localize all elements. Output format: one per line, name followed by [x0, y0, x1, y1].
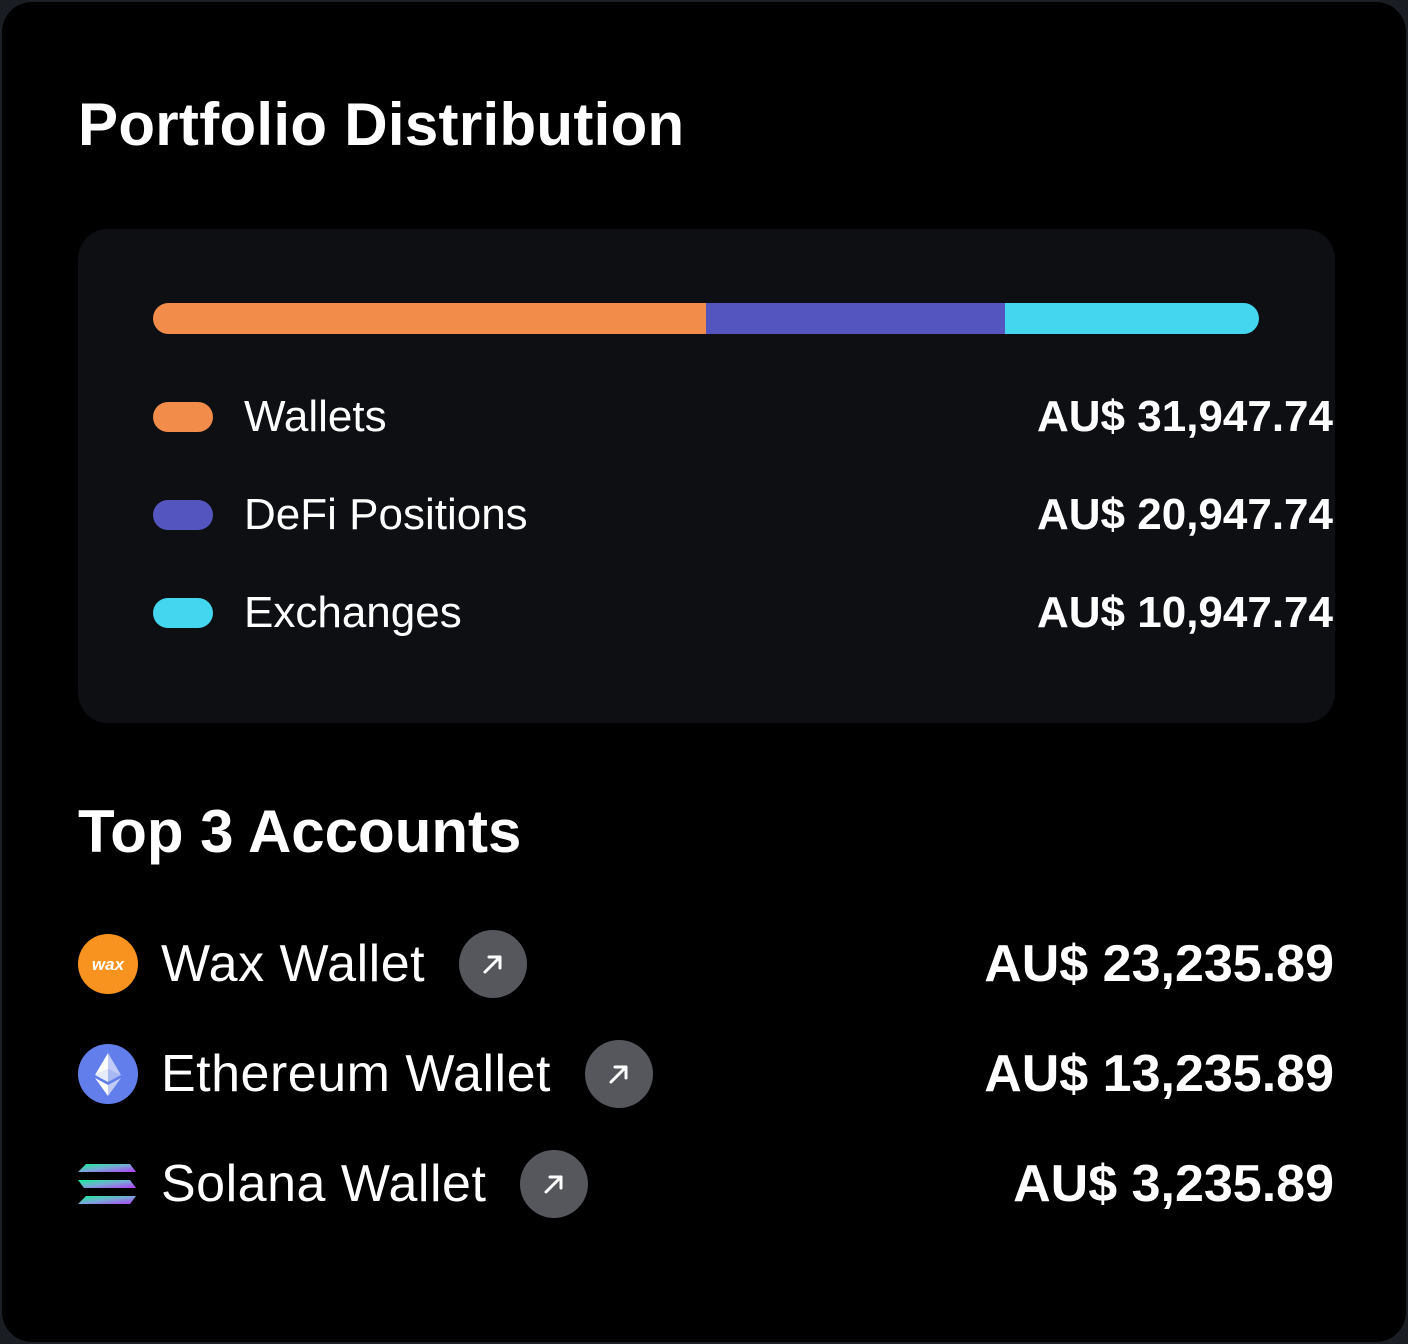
- wax-icon: wax: [78, 934, 138, 994]
- solana-icon: [78, 1154, 138, 1214]
- account-name: Ethereum Wallet: [161, 1045, 551, 1103]
- legend-value: AU$ 10,947.74: [1037, 588, 1333, 637]
- arrow-up-right-icon[interactable]: [459, 930, 528, 998]
- account-value: AU$ 23,235.89: [984, 935, 1334, 993]
- bar-segment-exchanges: [1004, 303, 1259, 334]
- portfolio-card: Portfolio Distribution Wallets AU$ 31,94…: [0, 0, 1408, 1344]
- arrow-up-right-icon[interactable]: [520, 1150, 589, 1218]
- account-row-solana[interactable]: Solana Wallet AU$ 3,235.89: [78, 1149, 1334, 1219]
- account-name: Solana Wallet: [161, 1155, 487, 1213]
- legend-label: Exchanges: [244, 588, 462, 637]
- legend-label: DeFi Positions: [244, 490, 528, 539]
- account-row-wax[interactable]: wax Wax Wallet AU$ 23,235.89: [78, 929, 1334, 999]
- legend-row-exchanges: Exchanges AU$ 10,947.74: [153, 583, 1333, 643]
- ethereum-icon: [78, 1044, 138, 1104]
- portfolio-title: Portfolio Distribution: [78, 91, 685, 158]
- legend-swatch: [153, 402, 213, 432]
- top-accounts-title: Top 3 Accounts: [78, 798, 522, 865]
- legend-value: AU$ 31,947.74: [1037, 392, 1333, 441]
- legend-value: AU$ 20,947.74: [1037, 490, 1333, 539]
- account-name: Wax Wallet: [161, 935, 426, 993]
- legend-swatch: [153, 598, 213, 628]
- account-row-ethereum[interactable]: Ethereum Wallet AU$ 13,235.89: [78, 1039, 1334, 1109]
- bar-segment-defi: [705, 303, 1005, 334]
- account-value: AU$ 13,235.89: [984, 1045, 1334, 1103]
- distribution-panel: Wallets AU$ 31,947.74 DeFi Positions AU$…: [78, 229, 1335, 723]
- account-value: AU$ 3,235.89: [1013, 1155, 1334, 1213]
- legend-swatch: [153, 500, 213, 530]
- legend-row-defi: DeFi Positions AU$ 20,947.74: [153, 485, 1333, 545]
- distribution-bar: [153, 303, 1259, 334]
- legend-row-wallets: Wallets AU$ 31,947.74: [153, 387, 1333, 447]
- arrow-up-right-icon[interactable]: [584, 1040, 653, 1108]
- legend-label: Wallets: [244, 392, 387, 441]
- svg-text:wax: wax: [92, 955, 126, 974]
- bar-segment-wallets: [153, 303, 706, 334]
